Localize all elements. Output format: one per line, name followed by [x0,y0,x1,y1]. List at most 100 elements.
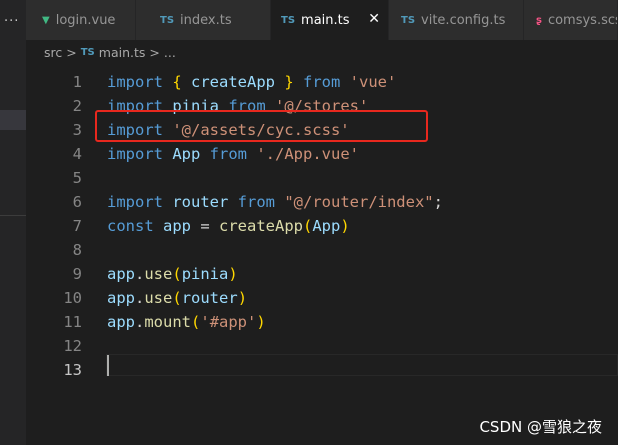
code-token: ( [172,289,182,307]
code-token: ) [237,289,248,307]
explorer-selected-row[interactable] [0,110,26,130]
tab-label: main.ts [301,12,350,28]
code-text: import router from "@/router/index"; [107,190,443,214]
code-token: router [181,289,238,307]
close-icon[interactable]: ✕ [368,11,380,27]
code-token: const [107,217,163,235]
code-line[interactable]: 1 import { createApp } from 'vue' [26,70,618,94]
typescript-icon: TS [160,14,175,26]
typescript-icon: TS [401,14,416,26]
code-line[interactable]: 7 const app = createApp(App) [26,214,618,238]
tab-login-vue[interactable]: ▼ login.vue [26,0,136,40]
code-token: from [237,193,285,211]
code-token: . [135,265,145,283]
line-number: 5 [72,169,82,187]
code-token: ) [228,265,238,283]
line-number: 10 [63,289,82,307]
line-number: 6 [72,193,82,211]
vue-icon: ▼ [42,14,50,26]
code-token: pinia [181,265,229,283]
watermark: CSDN @雪狼之夜 [479,418,602,436]
code-line[interactable]: 12 [26,334,618,358]
code-token: ( [172,265,182,283]
code-token: app [107,289,135,307]
line-number: 9 [72,265,82,283]
breadcrumb: src > TS main.ts > ... [26,40,618,64]
code-line[interactable]: 4 import App from './App.vue' [26,142,618,166]
highlight-box [95,110,428,142]
line-number: 2 [72,97,82,115]
tab-label: vite.config.ts [421,12,506,28]
code-line[interactable]: 8 [26,238,618,262]
code-token: mount [144,313,192,331]
more-icon[interactable]: ... [4,10,19,25]
breadcrumb-file[interactable]: main.ts [99,45,146,60]
line-number: 4 [72,145,82,163]
code-line[interactable]: 11 app.mount('#app') [26,310,618,334]
typescript-icon: TS [80,46,95,58]
code-token: 'vue' [349,73,397,91]
code-token: . [135,313,145,331]
breadcrumb-folder[interactable]: src [44,45,62,60]
code-token: './App.vue' [256,145,359,163]
code-token: ( [303,217,313,235]
line-number: 11 [63,313,82,331]
code-token: ) [256,313,266,331]
tab-bar: ▼ login.vue TS index.ts TS main.ts ✕ TS … [26,0,618,40]
code-text: import App from './App.vue' [107,142,359,166]
tab-vite-config-ts[interactable]: TS vite.config.ts [389,0,524,40]
breadcrumb-more[interactable]: ... [164,45,176,60]
divider [0,215,26,216]
tab-main-ts[interactable]: TS main.ts ✕ [271,0,389,40]
code-token: "@/router/index" [284,193,434,211]
tab-index-ts[interactable]: TS index.ts [136,0,271,40]
code-token: router [172,193,238,211]
code-token: ) [340,217,350,235]
breadcrumb-separator: > [66,44,77,60]
line-number: 12 [63,337,82,355]
code-token: import [107,73,173,91]
code-token: ( [191,313,201,331]
code-line[interactable]: 6 import router from "@/router/index"; [26,190,618,214]
code-text: const app = createApp(App) [107,214,350,238]
activity-bar: ... [0,0,26,445]
code-token: use [144,265,173,283]
code-text: app.mount('#app') [107,310,266,334]
code-token: app [107,265,135,283]
code-token: createApp [219,217,303,235]
code-token: App [312,217,341,235]
code-token: createApp [191,73,285,91]
code-token: use [144,289,173,307]
code-token: = [200,217,219,235]
code-line[interactable]: 5 [26,166,618,190]
breadcrumb-separator: > [149,44,160,60]
scss-icon: ʂ [536,14,542,26]
code-token: '#app' [200,313,257,331]
code-line[interactable]: 10 app.use(router) [26,286,618,310]
typescript-icon: TS [281,14,296,26]
code-text: import { createApp } from 'vue' [107,70,396,94]
tab-label: comsys.scss [547,12,617,28]
code-token: . [135,289,145,307]
code-token: { [172,73,191,91]
code-token: } [284,73,303,91]
tab-label: login.vue [55,12,116,28]
code-token: import [107,145,173,163]
code-token: ; [433,193,443,211]
code-token: from [209,145,257,163]
code-token: App [172,145,210,163]
line-number: 13 [63,361,82,379]
code-token: app [107,313,135,331]
code-text: app.use(router) [107,286,247,310]
tab-comsys-scss[interactable]: ʂ comsys.scss [524,0,618,40]
line-number: 1 [72,73,82,91]
line-number: 8 [72,241,82,259]
tab-label: index.ts [180,12,232,28]
code-line[interactable]: 13 [26,358,618,382]
line-number: 7 [72,217,82,235]
code-text: app.use(pinia) [107,262,238,286]
code-token: import [107,193,173,211]
code-line[interactable]: 9 app.use(pinia) [26,262,618,286]
line-number: 3 [72,121,82,139]
code-token: from [303,73,350,91]
